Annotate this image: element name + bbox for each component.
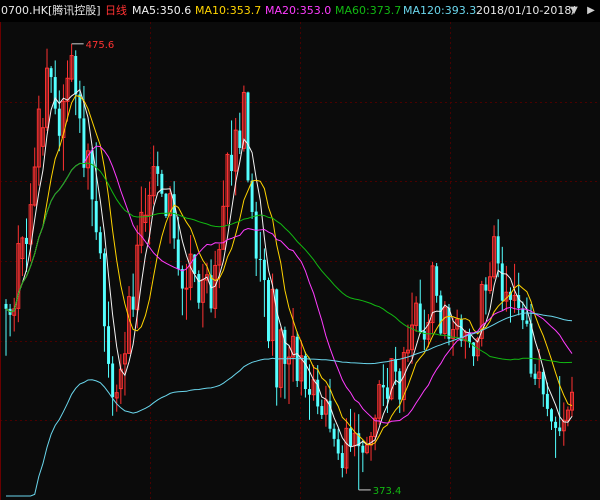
candle-body: [246, 92, 250, 181]
candle-body: [336, 439, 340, 454]
candle-body: [57, 108, 61, 136]
indicator-bar: 0700.HK [腾讯控股] 日线 MA5:350.6 MA10:353.7 M…: [0, 0, 600, 22]
candle-body: [111, 363, 115, 398]
candle-body: [209, 275, 213, 309]
candle-body: [4, 303, 8, 309]
candle-body: [422, 331, 426, 340]
candle-body: [94, 201, 98, 233]
chevron-right-icon[interactable]: ▶: [584, 4, 598, 18]
candle-body: [385, 387, 389, 399]
chevron-down-icon[interactable]: ▼: [567, 4, 581, 18]
candle-body: [496, 236, 500, 264]
candle-body: [545, 393, 549, 409]
candle-body: [349, 428, 352, 447]
candle-body: [262, 259, 266, 281]
candle-body: [521, 308, 525, 321]
candle-body: [303, 355, 307, 390]
candle-body: [320, 406, 324, 415]
date-range: 2018/01/10-2018/: [476, 4, 576, 17]
candle-body: [53, 77, 57, 109]
candlestick-chart: 475.6 373.4: [0, 22, 600, 500]
candle-body: [184, 287, 189, 290]
period-label[interactable]: 日线: [105, 0, 127, 22]
low-price-label: 373.4: [373, 486, 402, 497]
candle-body: [25, 237, 28, 244]
candle-body: [484, 284, 488, 291]
ma60-value: MA60:373.7: [335, 4, 402, 17]
candle-body: [554, 421, 558, 428]
candle-body: [176, 239, 180, 270]
candle-body: [381, 384, 385, 388]
candle-body: [267, 280, 270, 342]
candle-body: [340, 453, 344, 469]
candle-body: [250, 180, 254, 212]
ma120-line: [6, 312, 573, 497]
candle-body: [558, 427, 562, 432]
ma10-value: MA10:353.7: [195, 4, 262, 17]
candle-body: [238, 130, 242, 148]
candle-body: [74, 55, 78, 95]
candle-body: [160, 173, 164, 194]
candle-body: [308, 389, 311, 395]
stock-name: [腾讯控股]: [48, 4, 101, 17]
stock-code: 0700.HK: [1, 4, 48, 17]
candle-body: [533, 373, 537, 379]
candle-body: [197, 273, 201, 303]
candle-body: [230, 154, 234, 172]
candle-body: [394, 359, 398, 372]
candle-body: [439, 295, 443, 334]
candle-body: [102, 253, 106, 327]
candle-body: [107, 326, 111, 364]
candle-body: [361, 445, 365, 453]
candle-body: [332, 428, 336, 439]
candle-body: [529, 323, 533, 374]
candle-body: [541, 372, 545, 395]
candle-body: [418, 303, 422, 332]
candle-body: [164, 193, 168, 217]
candle-body: [550, 409, 553, 422]
candle-body: [131, 296, 135, 310]
candle-body: [525, 320, 529, 324]
candle-body: [500, 263, 504, 301]
candle-body: [156, 166, 160, 174]
high-price-label: 475.6: [86, 40, 115, 51]
candle-body: [254, 211, 258, 259]
candle-body: [90, 150, 94, 200]
candle-body: [98, 232, 102, 254]
candle-body: [435, 266, 439, 296]
candle-body: [258, 258, 262, 260]
candle-body: [49, 68, 53, 78]
ma20-value: MA20:353.0: [265, 4, 332, 17]
candle-body: [180, 269, 184, 289]
ma120-value: MA120:393.3: [403, 4, 477, 17]
ma5-value: MA5:350.6: [132, 4, 192, 17]
candle-body: [82, 118, 86, 168]
candle-body: [398, 371, 402, 400]
